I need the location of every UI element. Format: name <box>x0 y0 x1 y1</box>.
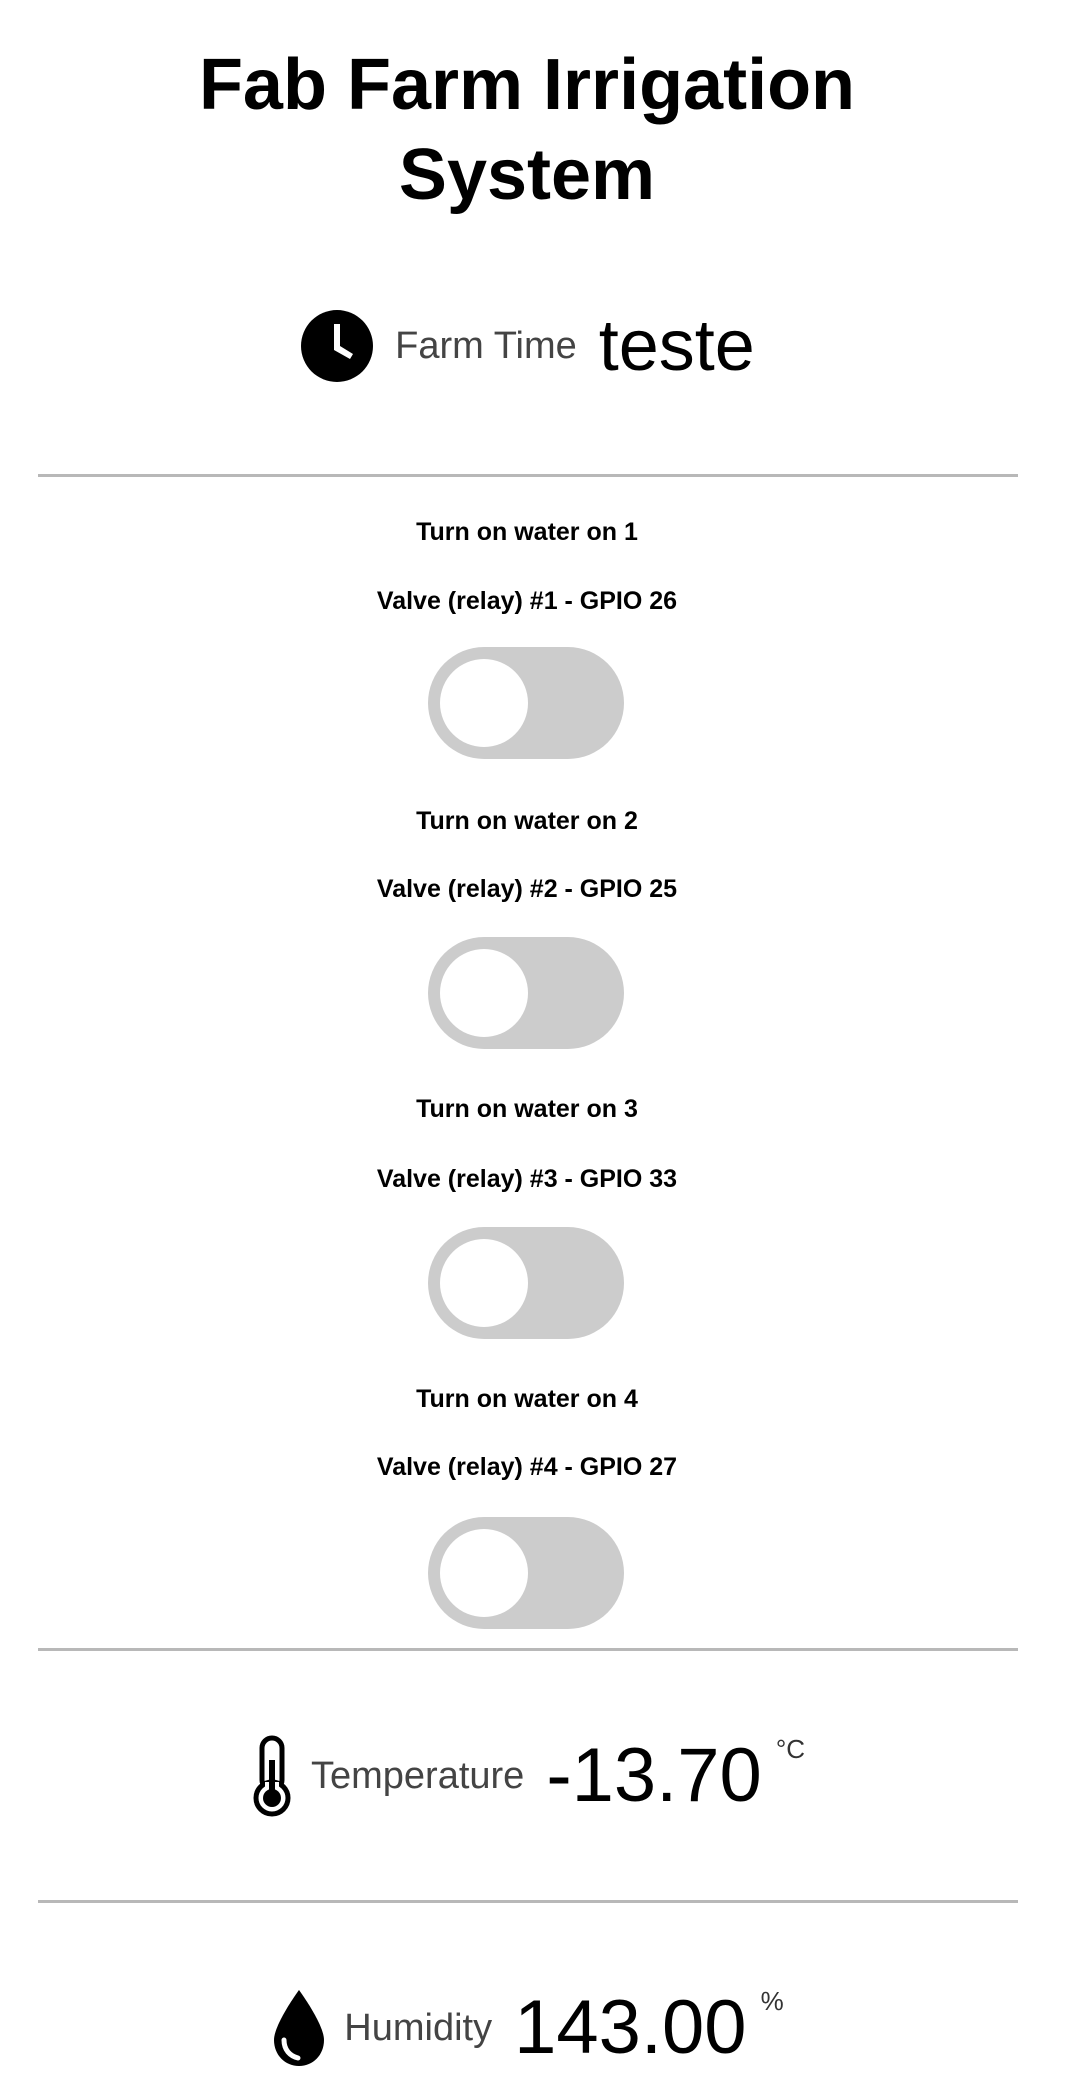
divider <box>38 474 1018 477</box>
divider <box>38 1648 1018 1651</box>
toggle-knob <box>440 949 528 1037</box>
thermometer-icon <box>249 1734 295 1818</box>
valve-4-heading: Turn on water on 4 <box>416 1385 638 1413</box>
irrigation-dashboard: Fab Farm Irrigation System Farm Time tes… <box>0 0 1080 2089</box>
valve-2-heading: Turn on water on 2 <box>416 807 638 835</box>
page-title-line-2: System <box>398 135 656 215</box>
temperature-unit: °C <box>775 1734 805 1764</box>
humidity-unit: % <box>760 1986 784 2016</box>
farm-time-value: teste <box>598 306 755 386</box>
toggle-knob <box>440 659 528 747</box>
valve-1-heading: Turn on water on 1 <box>416 518 638 546</box>
toggle-knob <box>440 1239 528 1327</box>
valve-2-subtitle: Valve (relay) #2 - GPIO 25 <box>376 875 678 903</box>
valve-2-toggle[interactable] <box>428 937 624 1049</box>
valve-1-subtitle: Valve (relay) #1 - GPIO 26 <box>376 587 678 615</box>
page-title-line-1: Fab Farm Irrigation <box>198 45 856 125</box>
clock-icon <box>299 308 375 384</box>
temperature-row: Temperature -13.70 °C <box>0 1728 1054 1824</box>
farm-time-label: Farm Time <box>395 324 577 367</box>
humidity-label: Humidity <box>344 2006 493 2049</box>
valve-4-toggle[interactable] <box>428 1517 624 1629</box>
temperature-label: Temperature <box>310 1754 525 1797</box>
valve-3-toggle[interactable] <box>428 1227 624 1339</box>
valve-3-subtitle: Valve (relay) #3 - GPIO 33 <box>376 1165 678 1193</box>
page-title: Fab Farm Irrigation System <box>0 40 1054 220</box>
valve-1-toggle[interactable] <box>428 647 624 759</box>
toggle-knob <box>440 1529 528 1617</box>
farm-time-row: Farm Time teste <box>0 306 1054 386</box>
valve-3-heading: Turn on water on 3 <box>416 1095 638 1123</box>
valve-4-subtitle: Valve (relay) #4 - GPIO 27 <box>376 1453 678 1481</box>
water-drop-icon <box>270 1988 328 2068</box>
temperature-value: -13.70 <box>546 1733 762 1818</box>
humidity-value: 143.00 <box>514 1985 747 2070</box>
humidity-row: Humidity 143.00 % <box>0 1980 1054 2076</box>
divider <box>38 1900 1018 1903</box>
